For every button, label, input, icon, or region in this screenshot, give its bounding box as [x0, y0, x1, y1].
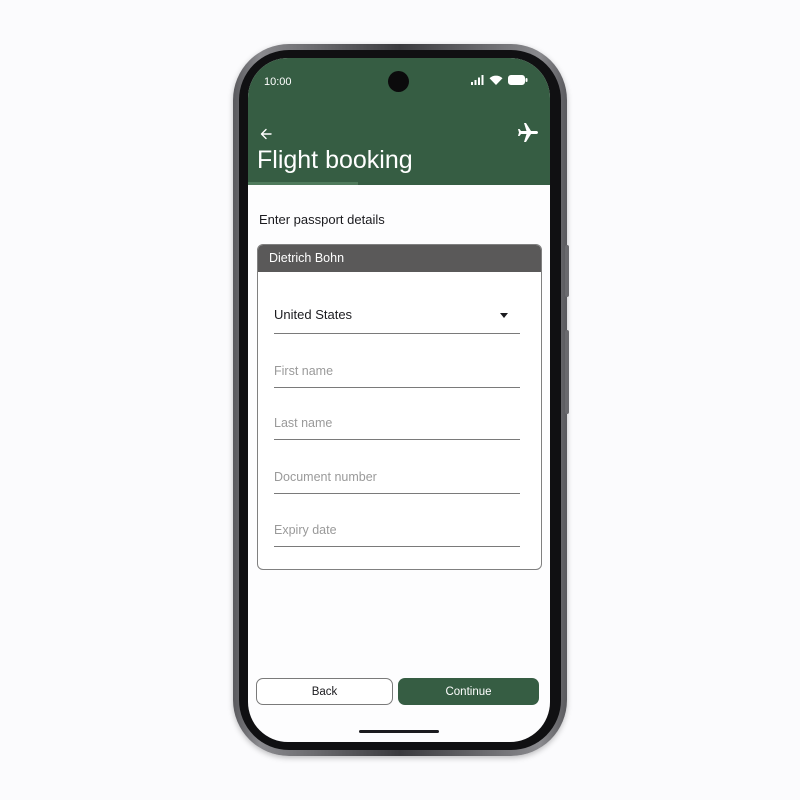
document-number-field-container — [274, 455, 520, 494]
back-arrow-icon[interactable] — [256, 124, 276, 144]
power-button — [565, 245, 569, 297]
status-time: 10:00 — [264, 76, 292, 88]
last-name-field[interactable] — [274, 401, 520, 439]
battery-icon — [508, 75, 528, 85]
passport-card: Dietrich Bohn United States — [257, 244, 542, 570]
country-select[interactable]: United States — [274, 295, 520, 334]
wifi-icon — [489, 75, 503, 85]
signal-icon — [471, 75, 484, 85]
last-name-field-container — [274, 401, 520, 440]
continue-button[interactable]: Continue — [398, 678, 539, 705]
progress-indicator — [248, 182, 358, 185]
back-button[interactable]: Back — [256, 678, 393, 705]
front-camera — [388, 71, 409, 92]
home-indicator[interactable] — [359, 730, 439, 733]
document-number-field[interactable] — [274, 455, 520, 493]
dropdown-caret-icon — [500, 313, 508, 318]
first-name-field[interactable] — [274, 349, 520, 387]
phone-screen: 10:00 Flight booking Enter passport deta… — [248, 58, 550, 742]
section-label: Enter passport details — [259, 212, 385, 227]
airplane-icon — [518, 123, 538, 142]
status-icons — [471, 75, 528, 85]
first-name-field-container — [274, 349, 520, 388]
volume-button — [565, 330, 569, 414]
app-header: 10:00 Flight booking — [248, 58, 550, 185]
country-select-value: United States — [274, 307, 353, 322]
expiry-date-field-container — [274, 508, 520, 547]
expiry-date-field[interactable] — [274, 508, 520, 546]
passenger-name: Dietrich Bohn — [258, 245, 541, 272]
page-title: Flight booking — [257, 146, 413, 174]
